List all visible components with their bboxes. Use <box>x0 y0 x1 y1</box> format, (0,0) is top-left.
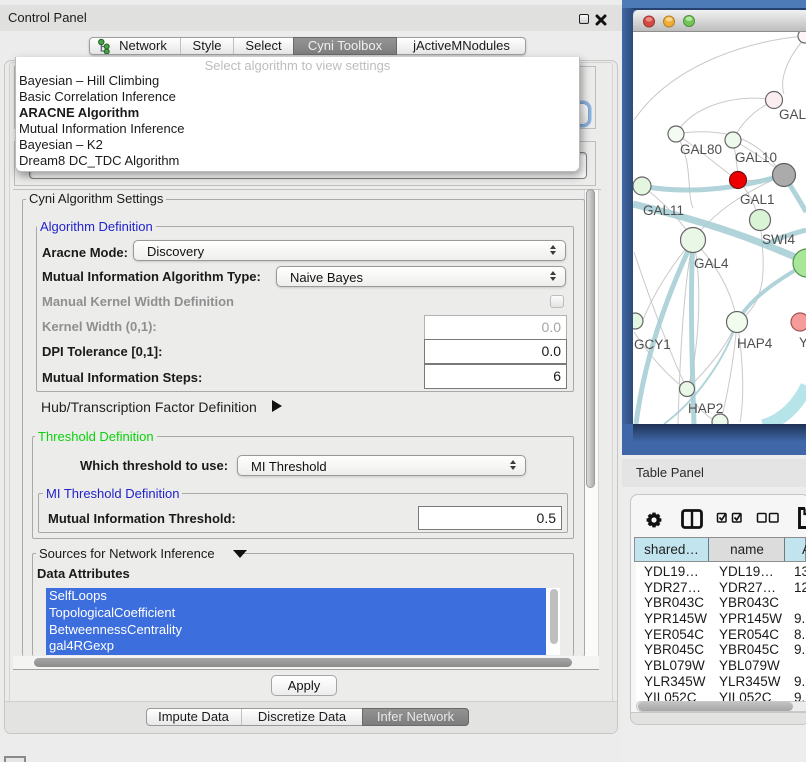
svg-text:GCY1: GCY1 <box>634 337 671 352</box>
svg-text:GAL4: GAL4 <box>694 256 729 271</box>
svg-text:GAL7: GAL7 <box>779 107 806 122</box>
svg-text:HAP2: HAP2 <box>688 401 723 416</box>
svg-text:GAL11: GAL11 <box>643 203 684 218</box>
svg-text:HAP4: HAP4 <box>737 336 773 351</box>
svg-text:SWI4: SWI4 <box>762 232 795 247</box>
svg-text:GAL10: GAL10 <box>735 150 777 165</box>
svg-text:GAL80: GAL80 <box>680 142 722 157</box>
svg-text:GAL1: GAL1 <box>740 192 775 207</box>
svg-text:Y: Y <box>799 335 806 350</box>
